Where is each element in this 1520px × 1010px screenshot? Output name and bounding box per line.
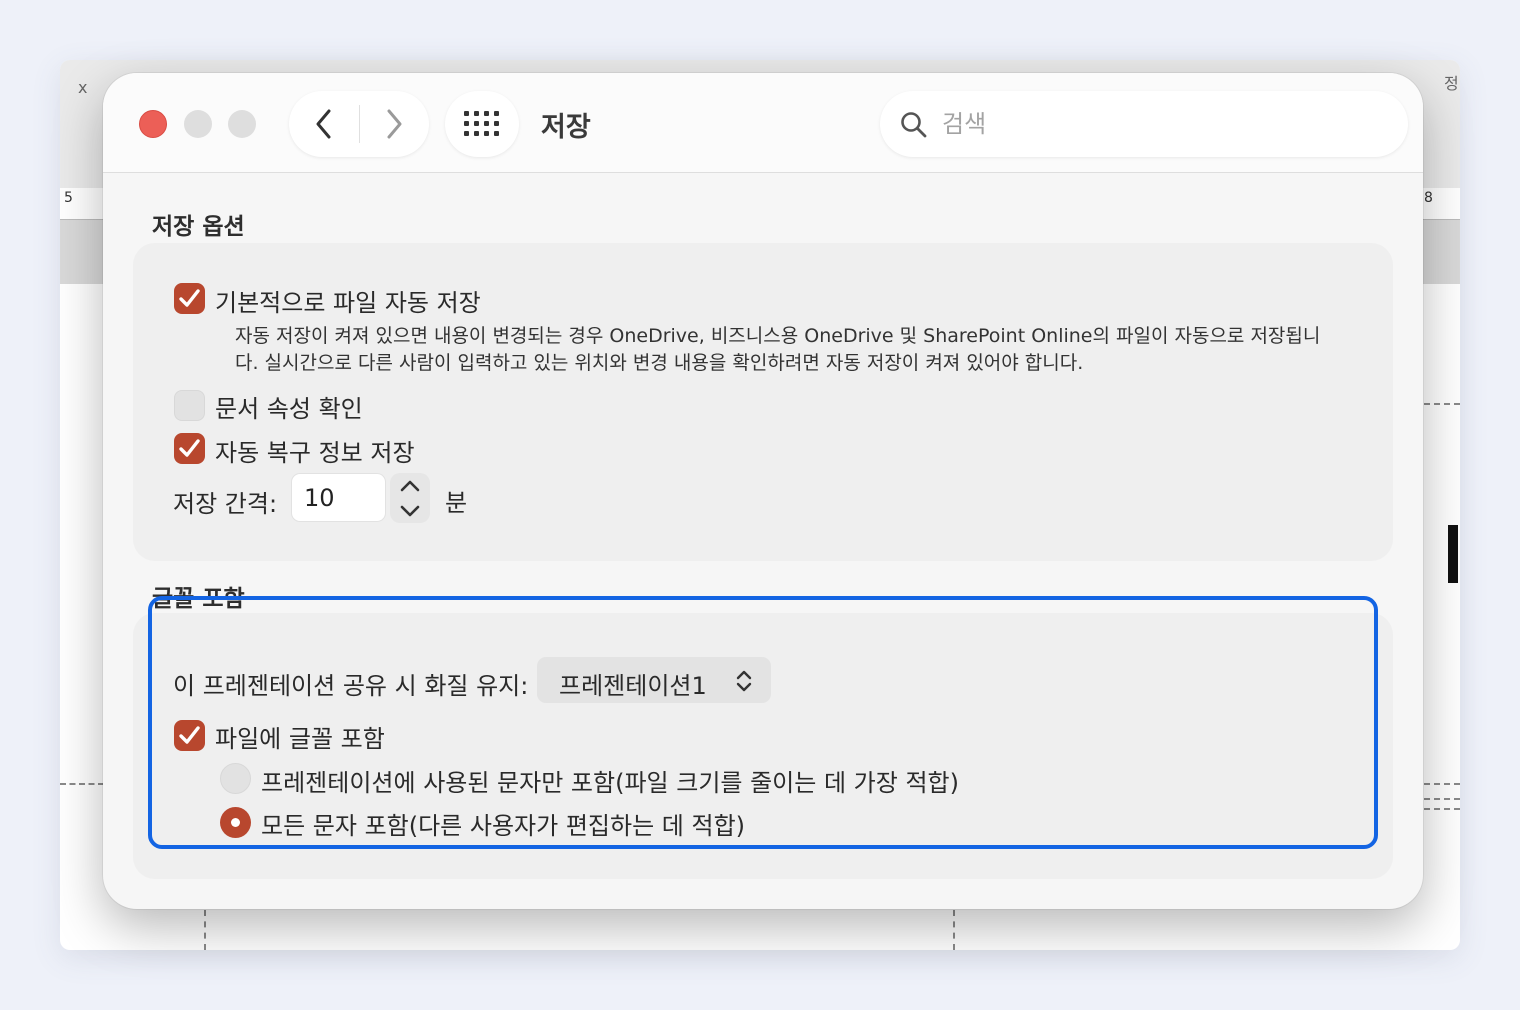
checkmark-icon xyxy=(179,439,200,457)
back-button[interactable] xyxy=(289,91,359,157)
minimize-button[interactable] xyxy=(184,110,212,138)
doc-properties-label[interactable]: 문서 속성 확인 xyxy=(215,389,363,424)
chevron-left-icon xyxy=(316,109,331,139)
keep-quality-label: 이 프레젠테이션 공유 시 화질 유지: xyxy=(173,672,529,700)
dialog-titlebar: 저장 xyxy=(103,73,1423,173)
stepper-up-button[interactable] xyxy=(390,473,430,498)
autosave-checkbox[interactable] xyxy=(174,283,205,314)
chevron-right-icon xyxy=(387,109,402,139)
font-embed-title: 글꼴 포함 xyxy=(152,586,245,612)
guide-line xyxy=(204,910,206,950)
guide-line xyxy=(1424,403,1460,405)
embed-fonts-label[interactable]: 파일에 글꼴 포함 xyxy=(215,719,385,754)
embed-fonts-checkbox[interactable] xyxy=(174,720,205,751)
guide-line xyxy=(1424,808,1460,810)
chevron-up-icon xyxy=(400,480,420,491)
guide-line xyxy=(60,783,104,785)
up-down-arrows-icon xyxy=(736,670,752,692)
autosave-description: 자동 저장이 켜져 있으면 내용이 변경되는 경우 OneDrive, 비즈니스… xyxy=(235,325,1321,374)
search-field[interactable] xyxy=(880,91,1408,157)
chevron-down-icon xyxy=(400,505,420,516)
grid-icon xyxy=(464,111,499,136)
autosave-label[interactable]: 기본적으로 파일 자동 저장 xyxy=(215,283,481,318)
save-interval-input[interactable] xyxy=(291,473,386,522)
search-input[interactable] xyxy=(942,105,1382,143)
save-options-title: 저장 옵션 xyxy=(152,214,245,240)
slide-text-fragment xyxy=(1448,525,1458,583)
zoom-button[interactable] xyxy=(228,110,256,138)
guide-line xyxy=(953,910,955,950)
checkmark-icon xyxy=(179,726,200,744)
embed-all-chars-radio[interactable] xyxy=(220,807,251,838)
save-interval-unit: 분 xyxy=(445,489,468,517)
checkmark-icon xyxy=(179,289,200,307)
embed-all-chars-label[interactable]: 모든 문자 포함(다른 사용자가 편집하는 데 적합) xyxy=(261,806,745,841)
subscript-icon: x xyxy=(78,78,88,97)
presentation-select[interactable]: 프레젠테이션1 xyxy=(537,657,771,703)
save-interval-label: 저장 간격: xyxy=(173,490,278,518)
search-icon xyxy=(901,112,927,138)
navigation-group xyxy=(289,91,429,157)
dialog-title: 저장 xyxy=(541,112,591,143)
guide-line xyxy=(1424,798,1460,800)
presentation-select-value: 프레젠테이션1 xyxy=(559,672,707,700)
save-interval-stepper[interactable] xyxy=(390,473,430,523)
forward-button[interactable] xyxy=(359,91,429,157)
close-button[interactable] xyxy=(139,110,167,138)
stepper-down-button[interactable] xyxy=(390,498,430,523)
save-preferences-dialog: 저장 저장 옵션 기본적으로 파일 자동 저장 자동 저장이 켜져 있으면 내용… xyxy=(103,73,1423,909)
guide-line xyxy=(1424,783,1460,785)
ruler-number-left: 5 xyxy=(64,190,73,206)
autorecover-label[interactable]: 자동 복구 정보 저장 xyxy=(215,433,415,468)
ruler-number-right: 8 xyxy=(1424,190,1433,206)
doc-properties-checkbox[interactable] xyxy=(174,390,205,421)
show-all-button[interactable] xyxy=(445,91,519,157)
embed-used-chars-label[interactable]: 프레젠테이션에 사용된 문자만 포함(파일 크기를 줄이는 데 가장 적합) xyxy=(261,763,959,798)
background-menu-text: 정 xyxy=(1444,74,1459,93)
embed-used-chars-radio[interactable] xyxy=(220,763,251,794)
autorecover-checkbox[interactable] xyxy=(174,433,205,464)
